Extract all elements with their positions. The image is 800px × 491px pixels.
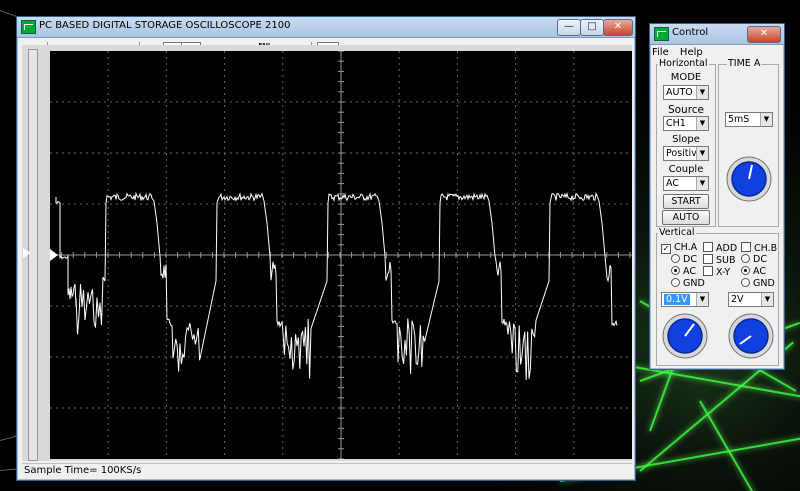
menu-file[interactable]: File xyxy=(652,47,669,58)
window-title: PC BASED DIGITAL STORAGE OSCILLOSCOPE 21… xyxy=(39,20,291,31)
time-group: TIME A 5mS ▼ xyxy=(718,58,779,227)
sub-checkbox[interactable]: SUB xyxy=(703,254,736,266)
chb-volts-select[interactable]: 2V ▼ xyxy=(728,292,774,307)
scope-screen[interactable] xyxy=(50,51,632,459)
chb-ac-radio[interactable]: AC xyxy=(741,266,766,277)
checkbox-empty-icon xyxy=(703,254,713,264)
radio-icon xyxy=(741,254,750,263)
chevron-down-icon: ▼ xyxy=(760,113,772,126)
mode-select[interactable]: AUTO ▼ xyxy=(663,85,709,100)
maximize-button[interactable]: □ xyxy=(580,19,604,36)
vertical-group-label: Vertical xyxy=(658,227,696,238)
chb-label: CH.B xyxy=(754,243,778,254)
oscilloscope-titlebar[interactable]: PC BASED DIGITAL STORAGE OSCILLOSCOPE 21… xyxy=(17,17,635,38)
status-bar: Sample Time= 100KS/s xyxy=(22,463,632,478)
time-group-label: TIME A xyxy=(727,58,762,69)
cha-volts-knob[interactable] xyxy=(661,312,709,360)
chevron-down-icon: ▼ xyxy=(696,86,708,99)
control-titlebar[interactable]: Control ✕ xyxy=(650,24,784,45)
cha-gnd-label: GND xyxy=(683,278,705,289)
timebase-knob[interactable] xyxy=(725,155,773,203)
checkbox-empty-icon xyxy=(703,242,713,252)
radio-icon xyxy=(671,254,680,263)
chb-dc-label: DC xyxy=(753,254,767,265)
add-label: ADD xyxy=(716,243,738,254)
minimize-button[interactable]: — xyxy=(557,19,581,36)
chb-gnd-label: GND xyxy=(753,278,775,289)
channel-a-trace xyxy=(55,191,618,381)
chb-volts-knob[interactable] xyxy=(727,312,775,360)
vertical-group: Vertical ✓ CH.A ADD CH.B DC SUB DC AC X-Y… xyxy=(656,227,779,366)
radio-selected-icon xyxy=(671,266,680,275)
trigger-level-slider[interactable] xyxy=(23,49,38,461)
sample-time-status: Sample Time= 100KS/s xyxy=(24,465,142,476)
slope-label: Slope xyxy=(672,134,700,145)
cha-checkbox[interactable]: ✓ CH.A xyxy=(661,242,697,254)
timebase-select[interactable]: 5mS ▼ xyxy=(725,112,773,127)
add-checkbox[interactable]: ADD xyxy=(703,242,737,254)
xy-checkbox[interactable]: X-Y xyxy=(703,266,730,278)
horizontal-group: Horizontal MODE AUTO ▼ Source CH1 ▼ Slope … xyxy=(656,58,716,237)
close-button[interactable]: ✕ xyxy=(603,19,633,36)
chb-volts-value: 2V xyxy=(731,294,744,305)
control-app-icon xyxy=(654,27,669,41)
cha-volts-value: 0.1V xyxy=(664,294,690,305)
cha-label: CH.A xyxy=(674,242,698,253)
scope-app-icon xyxy=(21,20,36,34)
menu-help[interactable]: Help xyxy=(680,47,703,58)
chb-dc-radio[interactable]: DC xyxy=(741,254,767,265)
slider-thumb-icon[interactable] xyxy=(23,248,31,258)
horizontal-group-label: Horizontal xyxy=(658,58,709,69)
start-button[interactable]: START xyxy=(663,194,709,209)
cha-dc-radio[interactable]: DC xyxy=(671,254,697,265)
mode-value: AUTO xyxy=(666,87,693,98)
cha-dc-label: DC xyxy=(683,254,697,265)
radio-selected-icon xyxy=(741,266,750,275)
sub-label: SUB xyxy=(716,255,736,266)
xy-label: X-Y xyxy=(716,267,731,278)
checkbox-empty-icon xyxy=(741,242,751,252)
couple-select[interactable]: AC ▼ xyxy=(663,176,709,191)
chb-checkbox[interactable]: CH.B xyxy=(741,242,777,254)
source-value: CH1 xyxy=(666,118,686,129)
chevron-down-icon: ▼ xyxy=(761,293,773,306)
trigger-marker-icon xyxy=(50,249,58,261)
cha-gnd-radio[interactable]: GND xyxy=(671,278,705,289)
couple-label: Couple xyxy=(668,164,704,175)
checkbox-empty-icon xyxy=(703,266,713,276)
cha-ac-label: AC xyxy=(683,266,696,277)
check-icon: ✓ xyxy=(661,244,671,254)
source-select[interactable]: CH1 ▼ xyxy=(663,116,709,131)
chb-gnd-radio[interactable]: GND xyxy=(741,278,775,289)
control-close-button[interactable]: ✕ xyxy=(747,26,781,43)
source-label: Source xyxy=(667,104,705,116)
control-window: Control ✕ File Help Horizontal MODE AUTO… xyxy=(649,23,785,370)
slope-select[interactable]: Positive ▼ xyxy=(663,146,709,161)
radio-icon xyxy=(741,278,750,287)
oscilloscope-window: PC BASED DIGITAL STORAGE OSCILLOSCOPE 21… xyxy=(16,16,636,481)
cha-volts-select[interactable]: 0.1V ▼ xyxy=(661,292,709,307)
radio-icon xyxy=(671,278,680,287)
mode-label: MODE xyxy=(670,72,702,83)
chevron-down-icon: ▼ xyxy=(696,117,708,130)
auto-set-button[interactable]: AUTO SET xyxy=(662,210,710,237)
cha-ac-radio[interactable]: AC xyxy=(671,266,696,277)
chevron-down-icon: ▼ xyxy=(696,147,708,160)
control-title: Control xyxy=(672,27,709,38)
timebase-value: 5mS xyxy=(728,114,750,125)
chb-ac-label: AC xyxy=(753,266,766,277)
scope-area xyxy=(22,45,632,461)
chevron-down-icon: ▼ xyxy=(696,177,708,190)
chevron-down-icon: ▼ xyxy=(696,293,708,306)
couple-value: AC xyxy=(666,178,679,189)
